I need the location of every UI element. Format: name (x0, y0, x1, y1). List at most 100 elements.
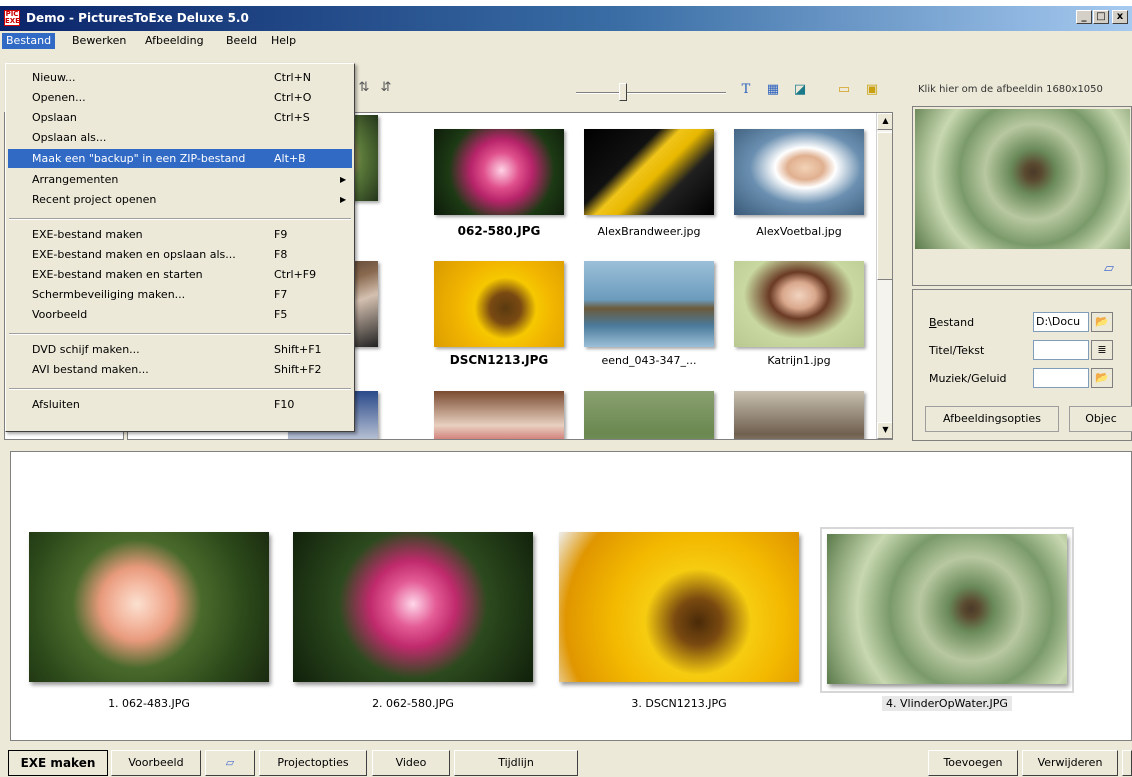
slide-thumbnail[interactable] (29, 532, 269, 682)
preview-panel: ▱ (912, 106, 1132, 286)
thumbnail-size-slider-track[interactable] (576, 92, 726, 94)
window-icon[interactable]: ◪ (792, 82, 808, 98)
verwijderen-button[interactable]: Verwijderen (1022, 750, 1118, 776)
text-icon[interactable]: T (738, 82, 754, 98)
close-button[interactable]: x (1112, 10, 1128, 24)
thumbnail-image[interactable] (734, 261, 864, 347)
more-button[interactable] (1122, 750, 1132, 776)
scrollbar-thumb[interactable] (877, 132, 892, 280)
preview-hint[interactable]: Klik hier om de afbeeldin 1680x1050 (912, 81, 1132, 101)
muziek-field[interactable] (1033, 368, 1089, 388)
menu-dvd[interactable]: DVD schijf maken... Shift+F1 (8, 340, 352, 359)
slide-caption-text: 4. VlinderOpWater.JPG (882, 696, 1012, 711)
bestand-field[interactable]: D:\Docu (1033, 312, 1089, 332)
slide-list[interactable]: 1. 062-483.JPG 2. 062-580.JPG 3. DSCN121… (10, 451, 1132, 741)
exe-maken-button[interactable]: EXE maken (8, 750, 108, 776)
thumbnail-caption: 062-580.JPG (457, 224, 541, 238)
menu-label: Opslaan (32, 111, 77, 124)
title-bar[interactable]: PIC EXE Demo - PicturesToExe Deluxe 5.0 … (0, 6, 1132, 31)
thumbnail-caption: DSCN1213.JPG (449, 353, 549, 367)
menu-opslaan-als[interactable]: Opslaan als... (8, 128, 352, 147)
menu-label: EXE-bestand maken (32, 228, 143, 241)
window-title: Demo - PicturesToExe Deluxe 5.0 (26, 11, 249, 25)
sort-icon[interactable]: ⇅ (356, 80, 372, 96)
menu-opslaan[interactable]: Opslaan Ctrl+S (8, 108, 352, 127)
menu-shortcut: Shift+F2 (274, 363, 322, 376)
thumbnail-image[interactable] (434, 261, 564, 347)
scroll-up-button[interactable]: ▲ (877, 113, 892, 130)
fullscreen-button[interactable]: ▱ (205, 750, 255, 776)
menu-bar: Bestand Bewerken Afbeelding Beeld Help (0, 31, 1132, 51)
voorbeeld-button[interactable]: Voorbeeld (111, 750, 201, 776)
thumbnail-image[interactable] (734, 129, 864, 215)
edit-text-button[interactable]: ≣ (1091, 340, 1113, 360)
menu-beeld[interactable]: Beeld (222, 33, 261, 49)
menu-label: Afsluiten (32, 398, 80, 411)
menu-openen[interactable]: Openen... Ctrl+O (8, 88, 352, 107)
menu-exe-starten[interactable]: EXE-bestand maken en starten Ctrl+F9 (8, 265, 352, 284)
menu-recent[interactable]: Recent project openen ▶ (8, 190, 352, 209)
thumbnail-image[interactable] (434, 129, 564, 215)
sort-reverse-icon[interactable]: ⇵ (378, 80, 394, 96)
grid-view-icon[interactable]: ▦ (765, 82, 781, 98)
folder-open-icon[interactable]: ▭ (836, 82, 852, 98)
menu-bestand[interactable]: Bestand (2, 33, 56, 49)
minimize-button[interactable]: _ (1076, 10, 1092, 24)
thumbnail-image[interactable] (734, 391, 864, 439)
slide-thumbnail[interactable] (827, 534, 1067, 684)
slide-thumbnail[interactable] (293, 532, 533, 682)
submenu-arrow-icon: ▶ (340, 195, 347, 204)
menu-arrangementen[interactable]: Arrangementen ▶ (8, 170, 352, 189)
thumbnail-image[interactable] (584, 391, 714, 439)
menu-shortcut: F8 (274, 248, 288, 261)
menu-schermbeveiliging[interactable]: Schermbeveiliging maken... F7 (8, 285, 352, 304)
menu-voorbeeld[interactable]: Voorbeeld F5 (8, 305, 352, 324)
thumbnail-image[interactable] (584, 261, 714, 347)
projectopties-button[interactable]: Projectopties (259, 750, 367, 776)
toevoegen-button[interactable]: Toevoegen (928, 750, 1018, 776)
menu-exe-maken[interactable]: EXE-bestand maken F9 (8, 225, 352, 244)
menu-afsluiten[interactable]: Afsluiten F10 (8, 395, 352, 414)
menu-shortcut: F9 (274, 228, 288, 241)
bottom-toolbar: EXE maken Voorbeeld ▱ Projectopties Vide… (0, 747, 1132, 777)
menu-nieuw[interactable]: Nieuw... Ctrl+N (8, 68, 352, 87)
thumbnail-size-slider-thumb[interactable] (619, 83, 627, 101)
menu-separator (9, 388, 351, 390)
afbeeldingsopties-button[interactable]: Afbeeldingsopties (925, 406, 1059, 432)
fullscreen-preview-icon[interactable]: ▱ (1097, 261, 1121, 277)
preview-image[interactable] (915, 109, 1130, 249)
menu-avi[interactable]: AVI bestand maken... Shift+F2 (8, 360, 352, 379)
menu-label: EXE-bestand maken en starten (32, 268, 203, 281)
menu-exe-opslaan-als[interactable]: EXE-bestand maken en opslaan als... F8 (8, 245, 352, 264)
menu-label: Maak een "backup" in een ZIP-bestand (32, 152, 246, 165)
objecten-button[interactable]: Objec (1069, 406, 1132, 432)
browse-music-button[interactable]: 📂 (1091, 368, 1113, 388)
menu-shortcut: F7 (274, 288, 288, 301)
scroll-down-button[interactable]: ▼ (877, 422, 892, 439)
slide-caption: 2. 062-580.JPG (372, 697, 454, 710)
thumbnail-image[interactable] (584, 129, 714, 215)
folder-up-icon[interactable]: ▣ (864, 82, 880, 98)
menu-bewerken[interactable]: Bewerken (68, 33, 130, 49)
slide-properties: Bestand D:\Docu 📂 Titel/Tekst ≣ Muziek/G… (912, 289, 1132, 441)
tijdlijn-button[interactable]: Tijdlijn (454, 750, 578, 776)
browser-scrollbar[interactable]: ▲ ▼ (876, 113, 892, 439)
thumbnail-caption: Katrijn1.jpg (767, 354, 831, 367)
video-button[interactable]: Video (372, 750, 450, 776)
menu-label: Recent project openen (32, 193, 157, 206)
thumbnail-caption: eend_043-347_... (601, 354, 697, 367)
thumbnail-caption: AlexVoetbal.jpg (756, 225, 842, 238)
menu-help[interactable]: Help (267, 33, 300, 49)
menu-label: Opslaan als... (32, 131, 107, 144)
slide-thumbnail[interactable] (559, 532, 799, 682)
titel-field[interactable] (1033, 340, 1089, 360)
browse-file-button[interactable]: 📂 (1091, 312, 1113, 332)
menu-shortcut: Ctrl+S (274, 111, 310, 124)
menu-afbeelding[interactable]: Afbeelding (141, 33, 208, 49)
menu-backup-zip[interactable]: Maak een "backup" in een ZIP-bestand Alt+… (8, 149, 352, 168)
thumbnail-image[interactable] (434, 391, 564, 439)
app-logo-icon: PIC EXE (4, 10, 20, 26)
maximize-button[interactable]: □ (1093, 10, 1109, 24)
menu-label: AVI bestand maken... (32, 363, 149, 376)
menu-separator (9, 218, 351, 220)
